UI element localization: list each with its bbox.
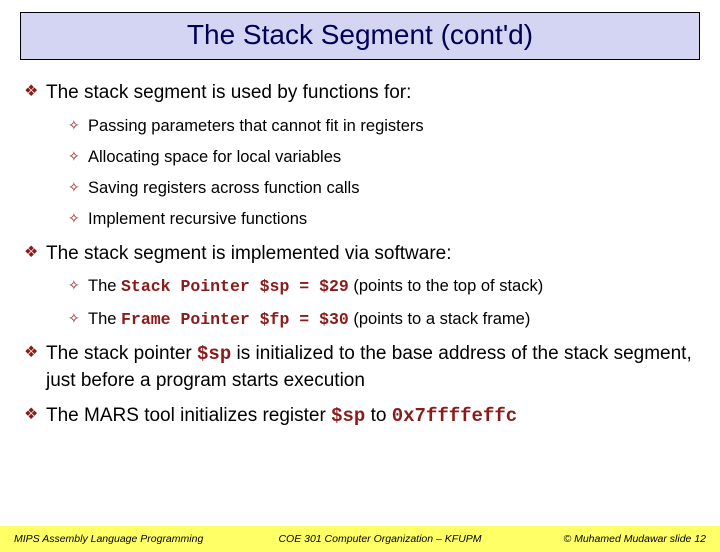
bullet-level1: The stack segment is implemented via sof… (24, 241, 696, 267)
slide-title: The Stack Segment (cont'd) (21, 19, 699, 51)
bullet-text: The (88, 310, 121, 328)
code-text: $sp (331, 405, 365, 427)
slide-title-bar: The Stack Segment (cont'd) (20, 12, 700, 60)
bullet-text: The MARS tool initializes register (46, 405, 331, 426)
bullet-level1: The stack segment is used by functions f… (24, 80, 696, 106)
bullet-level2: Allocating space for local variables (24, 146, 696, 168)
bullet-text: Implement recursive functions (88, 210, 307, 228)
bullet-level1: The MARS tool initializes register $sp t… (24, 403, 696, 430)
bullet-text: The stack segment is implemented via sof… (46, 243, 452, 264)
bullet-level1: The stack pointer $sp is initialized to … (24, 341, 696, 393)
footer-right: © Muhamed Mudawar slide 12 (526, 533, 706, 545)
bullet-text: The stack pointer (46, 343, 197, 364)
footer-left: MIPS Assembly Language Programming (14, 533, 234, 545)
bullet-level2: The Stack Pointer $sp = $29 (points to t… (24, 275, 696, 298)
bullet-text: Saving registers across function calls (88, 179, 359, 197)
bullet-text: The stack segment is used by functions f… (46, 82, 411, 103)
code-text: $sp (197, 343, 231, 365)
code-text: Stack Pointer $sp = $29 (121, 277, 349, 296)
slide-content: The stack segment is used by functions f… (0, 60, 720, 430)
bullet-text: (points to a stack frame) (349, 310, 531, 328)
footer-center: COE 301 Computer Organization – KFUPM (234, 533, 526, 545)
code-text: Frame Pointer $fp = $30 (121, 310, 349, 329)
bullet-level2: Saving registers across function calls (24, 177, 696, 199)
bullet-level2: The Frame Pointer $fp = $30 (points to a… (24, 308, 696, 331)
bullet-text: Passing parameters that cannot fit in re… (88, 117, 424, 135)
slide-footer: MIPS Assembly Language Programming COE 3… (0, 526, 720, 552)
bullet-text: (points to the top of stack) (349, 277, 543, 295)
bullet-text: to (365, 405, 391, 426)
bullet-text: The (88, 277, 121, 295)
bullet-level2: Implement recursive functions (24, 208, 696, 230)
code-text: 0x7ffffeffc (392, 405, 517, 427)
bullet-level2: Passing parameters that cannot fit in re… (24, 115, 696, 137)
bullet-text: Allocating space for local variables (88, 148, 341, 166)
